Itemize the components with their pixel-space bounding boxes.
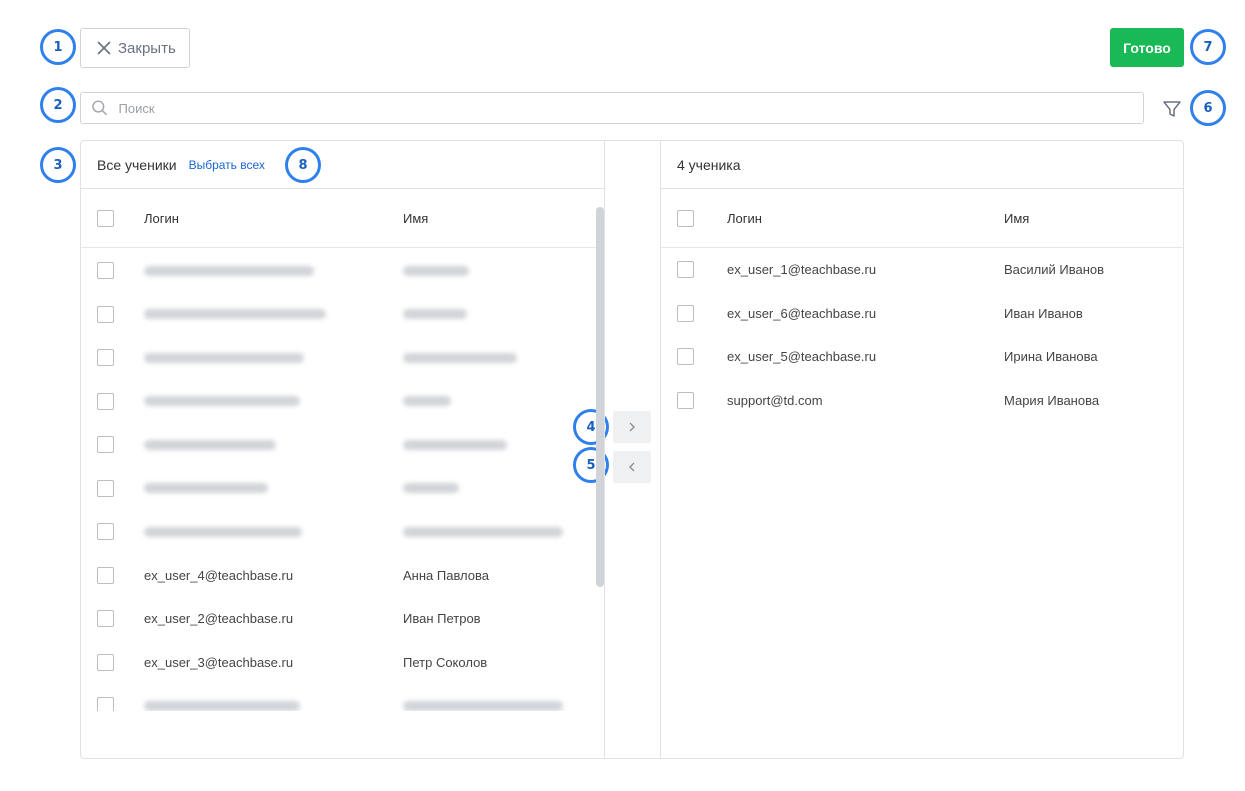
close-button-label: Закрыть bbox=[118, 39, 176, 57]
left-col-name: Имя bbox=[403, 210, 429, 226]
right-col-name: Имя bbox=[1004, 210, 1030, 226]
blurred-name bbox=[403, 700, 563, 711]
close-button[interactable]: Закрыть bbox=[80, 28, 190, 68]
blurred-name bbox=[403, 526, 563, 537]
left-panel-header: Все ученики Выбрать всех bbox=[81, 141, 604, 189]
table-row[interactable]: ex_user_3@teachbase.ru Петр Соколов bbox=[81, 641, 604, 685]
row-login: ex_user_1@teachbase.ru bbox=[727, 262, 877, 278]
row-login: support@td.com bbox=[727, 392, 823, 408]
row-checkbox[interactable] bbox=[677, 261, 694, 279]
blurred-login bbox=[144, 483, 268, 494]
row-checkbox[interactable] bbox=[97, 566, 114, 584]
chevron-right-icon bbox=[629, 422, 635, 432]
right-panel-header: 4 ученика bbox=[661, 141, 1183, 189]
table-row[interactable] bbox=[81, 684, 604, 711]
row-name: Мария Иванова bbox=[1004, 392, 1100, 408]
table-row[interactable]: ex_user_5@teachbase.ru Ирина Иванова bbox=[661, 335, 1183, 379]
done-button[interactable]: Готово bbox=[1110, 28, 1184, 67]
transfer-list: Все ученики Выбрать всех Логин Имя ex_us… bbox=[80, 140, 1184, 759]
blurred-login bbox=[144, 265, 314, 276]
table-row[interactable]: ex_user_6@teachbase.ru Иван Иванов bbox=[661, 292, 1183, 336]
row-login: ex_user_5@teachbase.ru bbox=[727, 349, 877, 365]
table-row[interactable]: ex_user_4@teachbase.ru Анна Павлова bbox=[81, 554, 604, 598]
row-name: Иван Иванов bbox=[1004, 305, 1083, 321]
right-table-header: Логин Имя bbox=[661, 189, 1183, 248]
table-row[interactable]: ex_user_2@teachbase.ru Иван Петров bbox=[81, 597, 604, 641]
search-input[interactable] bbox=[118, 100, 1143, 116]
blurred-login bbox=[144, 439, 276, 450]
left-scrollbar-thumb[interactable] bbox=[596, 207, 604, 587]
row-checkbox[interactable] bbox=[97, 610, 114, 628]
table-row[interactable] bbox=[81, 510, 604, 554]
table-row[interactable] bbox=[81, 249, 604, 293]
chevron-left-icon bbox=[629, 462, 635, 472]
row-checkbox[interactable] bbox=[97, 653, 114, 671]
blurred-login bbox=[144, 309, 326, 320]
table-row[interactable] bbox=[81, 467, 604, 511]
blurred-login bbox=[144, 700, 300, 711]
row-login: ex_user_3@teachbase.ru bbox=[144, 654, 294, 670]
blurred-name bbox=[403, 352, 517, 363]
left-table-body: ex_user_4@teachbase.ru Анна Павлова ex_u… bbox=[81, 249, 604, 711]
row-checkbox[interactable] bbox=[97, 392, 114, 410]
close-icon bbox=[97, 41, 111, 55]
search-box bbox=[80, 92, 1144, 124]
blurred-name bbox=[403, 439, 507, 450]
annotation-badge-6: 6 bbox=[1190, 90, 1226, 126]
table-row[interactable]: ex_user_1@teachbase.ru Василий Иванов bbox=[661, 248, 1183, 292]
row-name: Василий Иванов bbox=[1004, 262, 1105, 278]
row-name: Анна Павлова bbox=[403, 567, 490, 583]
selected-students-panel: 4 ученика Логин Имя ex_user_1@teachbase.… bbox=[660, 141, 1183, 758]
filter-icon[interactable] bbox=[1161, 98, 1183, 120]
blurred-login bbox=[144, 396, 300, 407]
row-name: Ирина Иванова bbox=[1004, 349, 1098, 365]
blurred-login bbox=[144, 526, 302, 537]
blurred-login bbox=[144, 352, 304, 363]
left-table-header: Логин Имя bbox=[81, 189, 604, 248]
table-row[interactable]: support@td.com Мария Иванова bbox=[661, 379, 1183, 423]
move-right-button[interactable] bbox=[613, 411, 651, 443]
left-panel-title: Все ученики bbox=[97, 156, 177, 173]
table-row[interactable] bbox=[81, 293, 604, 337]
table-row[interactable] bbox=[81, 423, 604, 467]
row-login: ex_user_4@teachbase.ru bbox=[144, 567, 294, 583]
row-login: ex_user_2@teachbase.ru bbox=[144, 611, 294, 627]
annotation-badge-2: 2 bbox=[40, 87, 76, 123]
annotation-badge-7: 7 bbox=[1190, 29, 1226, 65]
row-checkbox[interactable] bbox=[97, 349, 114, 367]
blurred-name bbox=[403, 396, 451, 407]
table-row[interactable] bbox=[81, 380, 604, 424]
move-left-button[interactable] bbox=[613, 451, 651, 483]
row-checkbox[interactable] bbox=[97, 697, 114, 711]
row-checkbox[interactable] bbox=[97, 436, 114, 454]
right-panel-title: 4 ученика bbox=[677, 156, 741, 173]
annotation-badge-1: 1 bbox=[40, 29, 76, 65]
table-row[interactable] bbox=[81, 336, 604, 380]
row-checkbox[interactable] bbox=[97, 262, 114, 280]
all-students-panel: Все ученики Выбрать всех Логин Имя ex_us… bbox=[81, 141, 605, 758]
left-col-login: Логин bbox=[144, 210, 179, 226]
row-checkbox[interactable] bbox=[677, 348, 694, 366]
row-checkbox[interactable] bbox=[97, 479, 114, 497]
row-name: Петр Соколов bbox=[403, 654, 488, 670]
annotation-badge-3: 3 bbox=[40, 147, 76, 183]
row-name: Иван Петров bbox=[403, 611, 481, 627]
blurred-name bbox=[403, 483, 459, 494]
right-select-all-checkbox[interactable] bbox=[677, 209, 694, 227]
blurred-name bbox=[403, 309, 467, 320]
row-checkbox[interactable] bbox=[677, 304, 694, 322]
row-checkbox[interactable] bbox=[97, 305, 114, 323]
left-select-all-checkbox[interactable] bbox=[97, 209, 114, 227]
right-table-body: ex_user_1@teachbase.ru Василий Иванов ex… bbox=[661, 248, 1183, 422]
row-login: ex_user_6@teachbase.ru bbox=[727, 305, 877, 321]
select-all-link[interactable]: Выбрать всех bbox=[189, 158, 265, 172]
right-col-login: Логин bbox=[727, 210, 762, 226]
blurred-name bbox=[403, 265, 469, 276]
search-icon bbox=[92, 100, 108, 116]
transfer-controls bbox=[605, 141, 661, 758]
row-checkbox[interactable] bbox=[97, 523, 114, 541]
row-checkbox[interactable] bbox=[677, 391, 694, 409]
